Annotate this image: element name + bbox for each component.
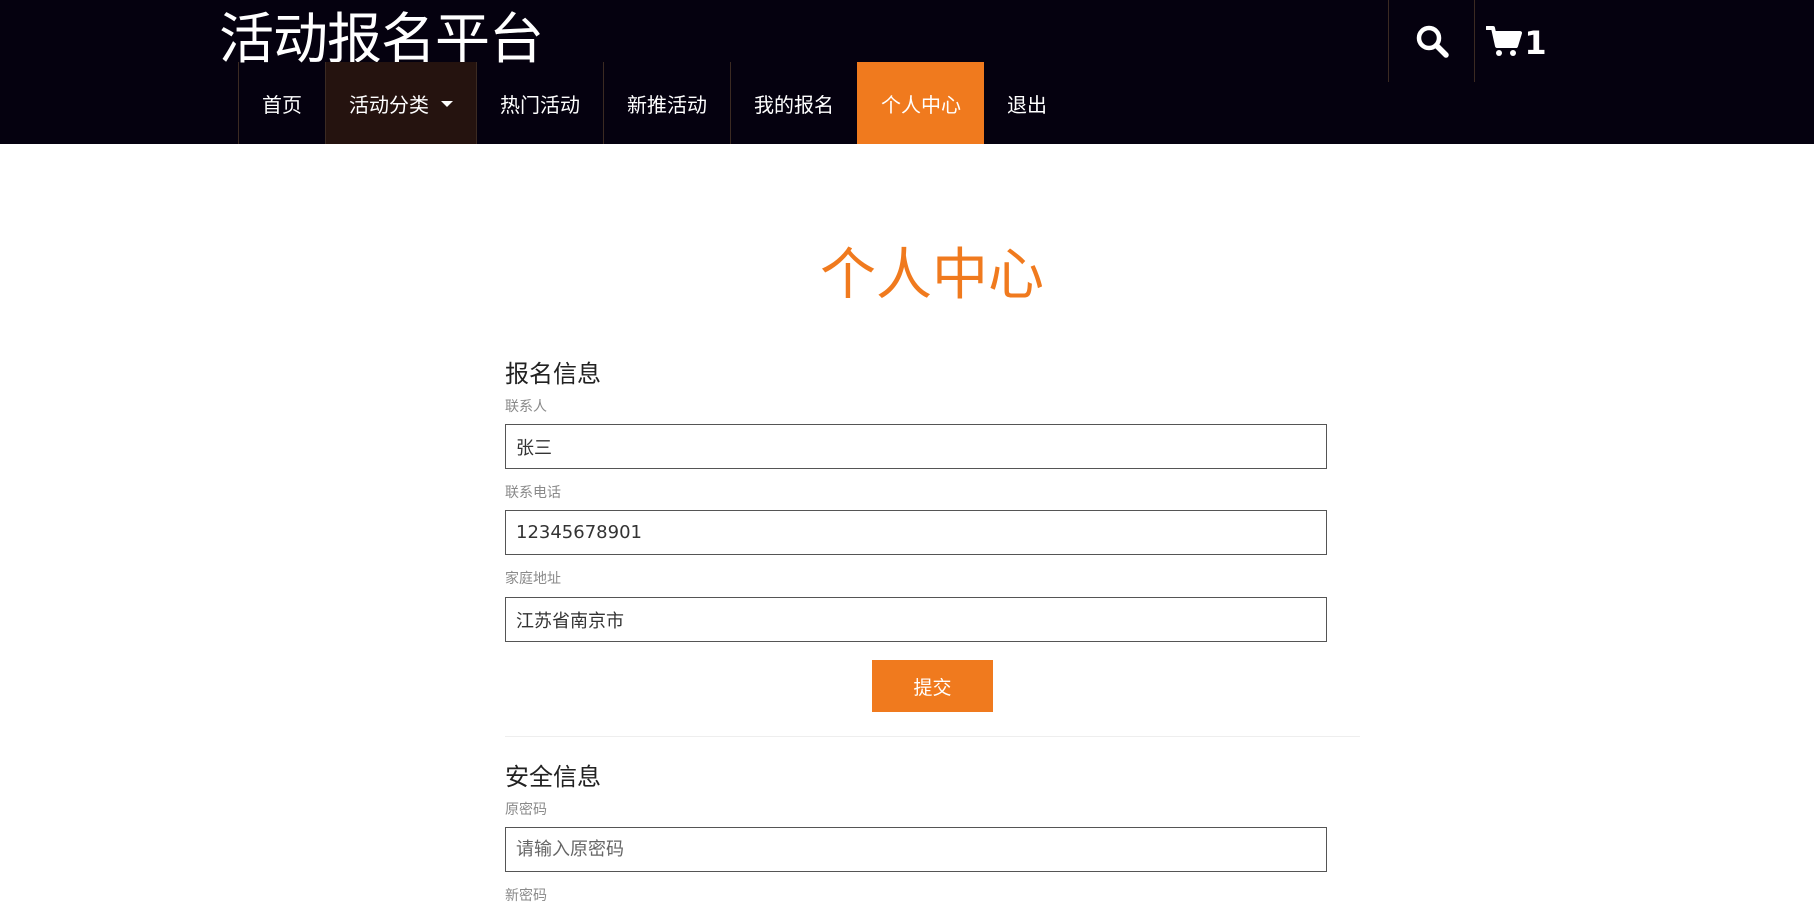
nav-item-home[interactable]: 首页 [238, 62, 325, 144]
address-label: 家庭地址 [505, 571, 561, 587]
nav-item-categories[interactable]: 活动分类 [325, 62, 476, 144]
phone-input[interactable] [505, 510, 1327, 555]
search-button[interactable] [1388, 0, 1474, 82]
nav-item-label: 活动分类 [349, 92, 429, 117]
nav-item-label: 退出 [1007, 92, 1047, 117]
security-section-title: 安全信息 [505, 763, 601, 791]
cart-count-badge: 1 [1524, 24, 1547, 62]
nav-item-label: 热门活动 [500, 92, 580, 117]
registration-section-title: 报名信息 [505, 360, 601, 388]
nav-item-label: 新推活动 [627, 92, 707, 117]
new-password-label: 新密码 [505, 888, 547, 904]
search-icon [1416, 25, 1449, 58]
phone-label: 联系电话 [505, 485, 561, 501]
nav-item-hot-activities[interactable]: 热门活动 [476, 62, 603, 144]
header-tools: 1 [1388, 0, 1554, 82]
old-password-label: 原密码 [505, 802, 547, 818]
old-password-input[interactable] [505, 827, 1327, 872]
submit-button[interactable]: 提交 [872, 660, 993, 712]
nav-item-my-registrations[interactable]: 我的报名 [730, 62, 857, 144]
nav-item-label: 个人中心 [881, 92, 961, 117]
cart-button[interactable]: 1 [1474, 0, 1554, 82]
section-divider [505, 736, 1360, 737]
nav-item-personal-center[interactable]: 个人中心 [857, 62, 984, 144]
address-input[interactable] [505, 597, 1327, 642]
caret-down-icon [441, 101, 453, 107]
page-title: 个人中心 [820, 243, 1044, 308]
nav-item-label: 首页 [262, 92, 302, 117]
contact-label: 联系人 [505, 399, 547, 415]
nav-item-label: 我的报名 [754, 92, 834, 117]
main-nav: 首页 活动分类 热门活动 新推活动 我的报名 个人中心 退出 [238, 62, 1070, 144]
top-header: 活动报名平台 首页 活动分类 热门活动 新推活动 我的报名 个人中心 退出 1 [0, 0, 1814, 144]
nav-item-new-activities[interactable]: 新推活动 [603, 62, 730, 144]
contact-input[interactable] [505, 424, 1327, 469]
nav-item-logout[interactable]: 退出 [984, 62, 1070, 144]
cart-icon [1486, 26, 1523, 56]
